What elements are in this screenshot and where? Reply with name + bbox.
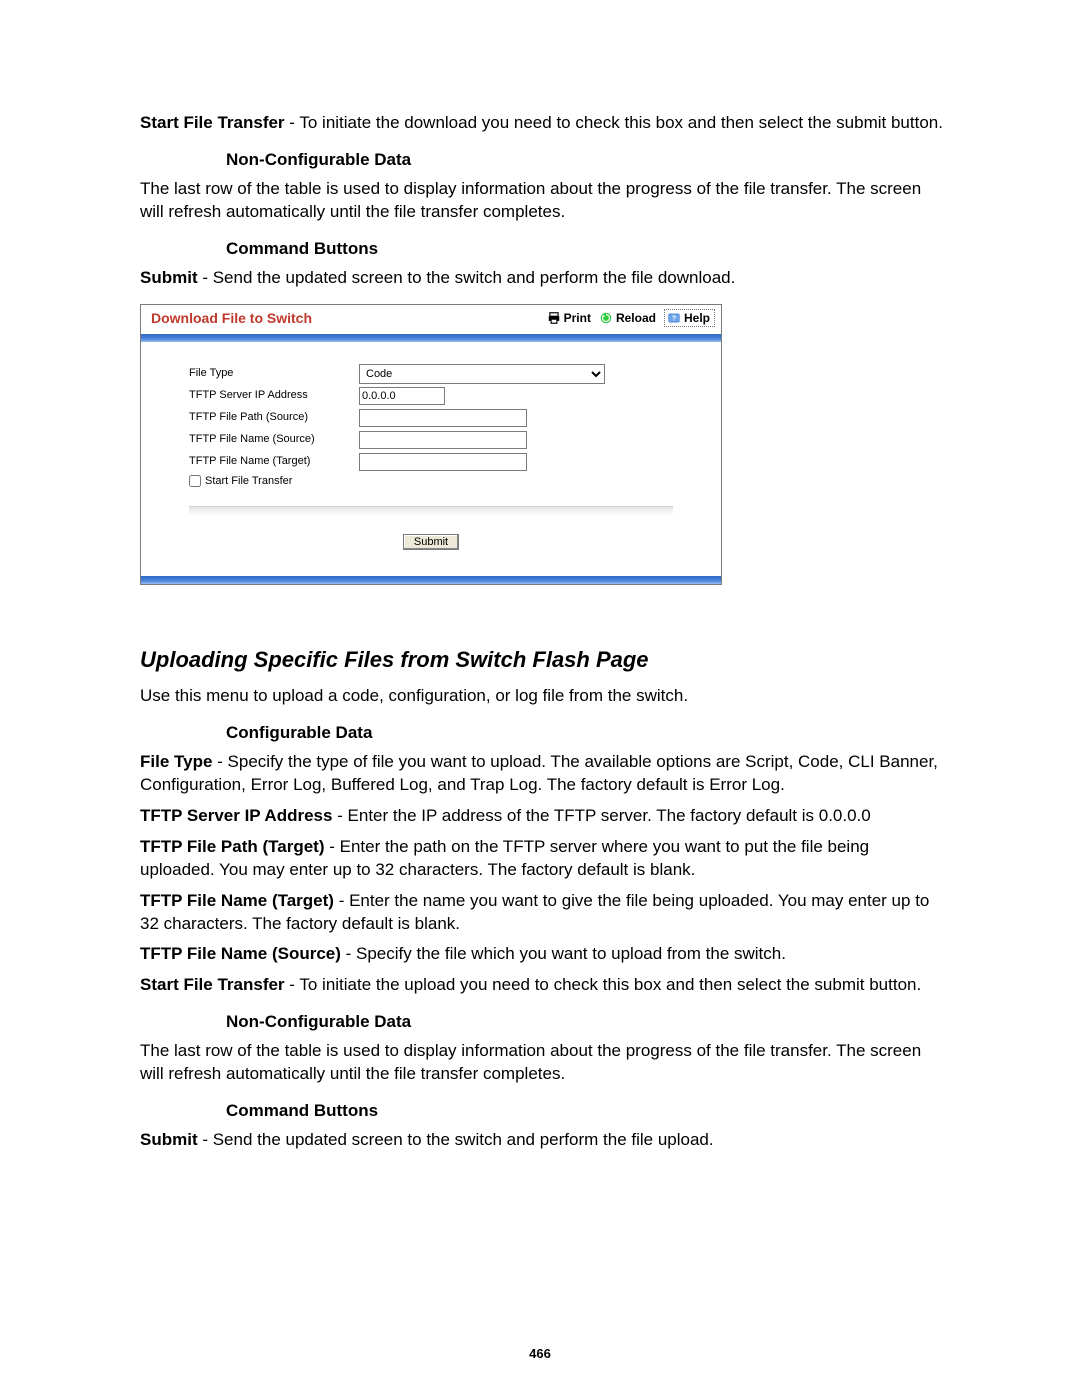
para-name-source: TFTP File Name (Source) - Specify the fi… <box>140 943 945 966</box>
screenshot-download-file: Download File to Switch Print Reload ? H… <box>140 304 722 586</box>
text-non-configurable-2: The last row of the table is used to dis… <box>140 1040 945 1086</box>
text-non-configurable-1: The last row of the table is used to dis… <box>140 178 945 224</box>
row-name-source: TFTP File Name (Source) <box>189 430 679 450</box>
heading-command-buttons-1: Command Buttons <box>226 238 945 261</box>
para-submit-upload: Submit - Send the updated screen to the … <box>140 1129 945 1152</box>
heading-non-configurable-data-1: Non-Configurable Data <box>226 149 945 172</box>
label-name-source: TFTP File Name (Source) <box>189 432 359 447</box>
file-type-select[interactable]: Code <box>359 364 605 384</box>
submit-area: Submit <box>147 515 715 566</box>
label-submit-download: Submit <box>140 268 198 287</box>
label-file-type-desc: File Type <box>140 752 212 771</box>
label-name-target-desc: TFTP File Name (Target) <box>140 891 334 910</box>
label-sft-upload: Start File Transfer <box>140 975 285 994</box>
text-ip-desc: - Enter the IP address of the TFTP serve… <box>332 806 870 825</box>
reload-button[interactable]: Reload <box>599 310 656 326</box>
para-start-file-transfer: Start File Transfer - To initiate the do… <box>140 112 945 135</box>
label-name-source-desc: TFTP File Name (Source) <box>140 944 341 963</box>
screenshot-body: File Type Code TFTP Server IP Address <box>141 342 721 577</box>
name-target-input[interactable] <box>359 453 527 471</box>
start-file-transfer-checkbox[interactable] <box>189 475 201 487</box>
screenshot-toolbar: Print Reload ? Help <box>547 309 715 327</box>
row-name-target: TFTP File Name (Target) <box>189 452 679 472</box>
text-name-source-desc: - Specify the file which you want to upl… <box>341 944 786 963</box>
help-label: Help <box>684 310 710 326</box>
print-label: Print <box>564 310 591 326</box>
page-number: 466 <box>0 1346 1080 1361</box>
para-start-file-transfer-upload: Start File Transfer - To initiate the up… <box>140 974 945 997</box>
footer-divider-bar <box>141 576 721 584</box>
text-file-type-desc: - Specify the type of file you want to u… <box>140 752 938 794</box>
svg-text:?: ? <box>672 315 676 322</box>
print-icon <box>547 311 561 325</box>
reload-icon <box>599 311 613 325</box>
para-file-type: File Type - Specify the type of file you… <box>140 751 945 797</box>
text-upload-intro: Use this menu to upload a code, configur… <box>140 685 945 708</box>
label-path-source: TFTP File Path (Source) <box>189 410 359 425</box>
label-ip-desc: TFTP Server IP Address <box>140 806 332 825</box>
label-submit-upload: Submit <box>140 1130 198 1149</box>
submit-button[interactable]: Submit <box>403 534 459 550</box>
para-path-target: TFTP File Path (Target) - Enter the path… <box>140 836 945 882</box>
help-icon: ? <box>667 311 681 325</box>
help-button[interactable]: ? Help <box>664 309 715 327</box>
label-start-file-transfer: Start File Transfer <box>140 113 285 132</box>
row-start-file-transfer: Start File Transfer <box>189 474 679 489</box>
label-start-file-transfer-checkbox: Start File Transfer <box>205 474 292 489</box>
print-button[interactable]: Print <box>547 310 591 326</box>
heading-uploading-section: Uploading Specific Files from Switch Fla… <box>140 645 945 675</box>
text-sft-upload: - To initiate the upload you need to che… <box>285 975 922 994</box>
heading-command-buttons-2: Command Buttons <box>226 1100 945 1123</box>
text-submit-upload: - Send the updated screen to the switch … <box>198 1130 714 1149</box>
label-ip-address: TFTP Server IP Address <box>189 388 359 403</box>
row-file-type: File Type Code <box>189 364 679 384</box>
form-area: File Type Code TFTP Server IP Address <box>189 364 679 507</box>
para-ip: TFTP Server IP Address - Enter the IP ad… <box>140 805 945 828</box>
text-start-file-transfer: - To initiate the download you need to c… <box>285 113 943 132</box>
path-source-input[interactable] <box>359 409 527 427</box>
form-divider <box>189 506 673 515</box>
reload-label: Reload <box>616 310 656 326</box>
heading-configurable-data: Configurable Data <box>226 722 945 745</box>
header-divider-bar <box>141 334 721 342</box>
row-path-source: TFTP File Path (Source) <box>189 408 679 428</box>
para-name-target: TFTP File Name (Target) - Enter the name… <box>140 890 945 936</box>
screenshot-title: Download File to Switch <box>151 309 312 328</box>
label-path-target-desc: TFTP File Path (Target) <box>140 837 325 856</box>
ip-address-input[interactable] <box>359 387 445 405</box>
para-submit-download: Submit - Send the updated screen to the … <box>140 267 945 290</box>
screenshot-header: Download File to Switch Print Reload ? H… <box>141 305 721 334</box>
text-submit-download: - Send the updated screen to the switch … <box>198 268 736 287</box>
heading-non-configurable-data-2: Non-Configurable Data <box>226 1011 945 1034</box>
label-file-type: File Type <box>189 366 359 381</box>
row-ip-address: TFTP Server IP Address <box>189 386 679 406</box>
name-source-input[interactable] <box>359 431 527 449</box>
label-name-target: TFTP File Name (Target) <box>189 454 359 469</box>
